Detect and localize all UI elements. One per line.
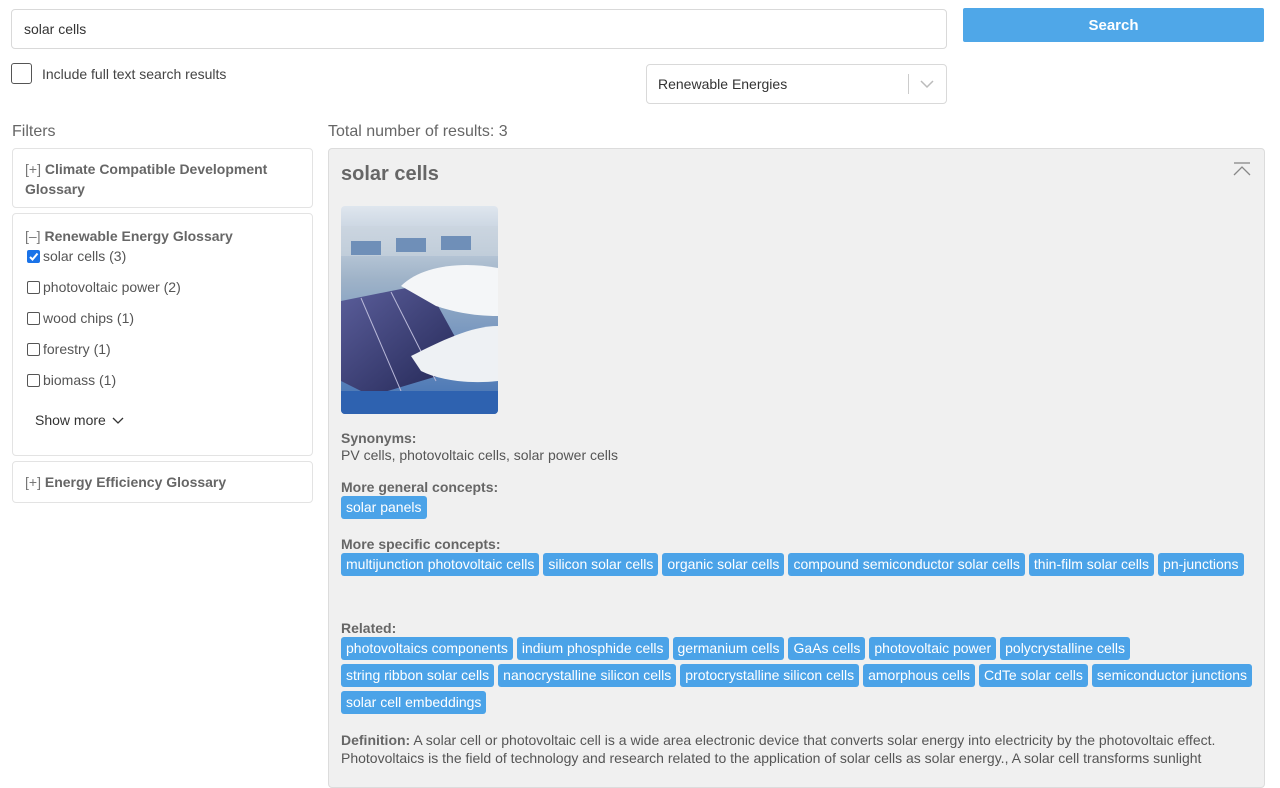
- concept-tag[interactable]: organic solar cells: [662, 553, 785, 576]
- concept-tag[interactable]: compound semiconductor solar cells: [788, 553, 1025, 576]
- concept-tag[interactable]: thin-film solar cells: [1028, 553, 1155, 576]
- filter-item-solar-cells[interactable]: solar cells (3): [27, 246, 300, 266]
- concept-tag[interactable]: germanium cells: [672, 637, 785, 660]
- synonyms-text: PV cells, photovoltaic cells, solar powe…: [341, 447, 619, 463]
- concept-tag[interactable]: string ribbon solar cells: [341, 664, 495, 687]
- filter-checkbox[interactable]: [27, 280, 40, 294]
- chevron-down-icon: [112, 417, 124, 424]
- check-icon: [29, 252, 39, 261]
- filter-item-label: biomass (1): [43, 372, 117, 388]
- concept-tag[interactable]: nanocrystalline silicon cells: [498, 664, 677, 687]
- general-concepts-section: More general concepts: solar panels: [341, 479, 1256, 519]
- filter-item-photovoltaic-power[interactable]: photovoltaic power (2): [27, 277, 300, 297]
- filter-checkbox-checked[interactable]: [27, 249, 40, 263]
- result-image: [341, 206, 498, 414]
- filter-checkbox[interactable]: [27, 373, 40, 387]
- specific-concepts-label: More specific concepts:: [341, 536, 501, 552]
- filter-group-name: Climate Compatible Development Glossary: [25, 161, 268, 197]
- domain-select-value: Renewable Energies: [658, 76, 788, 92]
- search-button[interactable]: Search: [963, 8, 1264, 42]
- concept-tag[interactable]: polycrystalline cells: [1000, 637, 1130, 660]
- solar-cell-photo: [341, 206, 498, 414]
- search-input[interactable]: solar cells: [11, 9, 947, 49]
- concept-tag[interactable]: GaAs cells: [788, 637, 866, 660]
- concept-tag[interactable]: photovoltaic power: [869, 637, 997, 660]
- search-input-value: solar cells: [24, 21, 87, 37]
- result-card: solar cells Synonyms: PV cells, photovol…: [328, 148, 1265, 788]
- expand-toggle[interactable]: [+]: [25, 161, 41, 177]
- collapse-up-icon[interactable]: [1232, 161, 1252, 179]
- filter-group-name: Renewable Energy Glossary: [44, 228, 233, 244]
- expand-toggle[interactable]: [+]: [25, 474, 41, 490]
- concept-tag[interactable]: indium phosphide cells: [516, 637, 669, 660]
- definition-text: A solar cell or photovoltaic cell is a w…: [341, 732, 1216, 766]
- filter-checkbox[interactable]: [27, 342, 40, 356]
- concept-tag[interactable]: multijunction photovoltaic cells: [341, 553, 540, 576]
- filter-group-energy-efficiency[interactable]: [+] Energy Efficiency Glossary: [12, 461, 313, 503]
- fulltext-checkbox[interactable]: [11, 63, 32, 84]
- filter-checkbox[interactable]: [27, 311, 40, 325]
- filter-group-renewable[interactable]: [–] Renewable Energy Glossary solar cell…: [12, 213, 313, 456]
- filter-group-header[interactable]: [+] Energy Efficiency Glossary: [25, 472, 300, 492]
- filter-item-label: photovoltaic power (2): [43, 279, 181, 295]
- filter-item-biomass[interactable]: biomass (1): [27, 370, 300, 390]
- related-label: Related:: [341, 620, 397, 636]
- general-concepts-tags: solar panels: [341, 496, 1256, 519]
- show-more-button[interactable]: Show more: [35, 412, 300, 428]
- concept-tag[interactable]: pn-junctions: [1158, 553, 1244, 576]
- specific-concepts-section: More specific concepts: multijunction ph…: [341, 536, 1256, 576]
- fulltext-label: Include full text search results: [42, 65, 227, 82]
- chevron-down-icon: [920, 80, 934, 89]
- collapse-toggle[interactable]: [–]: [25, 228, 41, 244]
- concept-tag[interactable]: silicon solar cells: [543, 553, 659, 576]
- definition-label: Definition:: [341, 732, 411, 748]
- concept-tag[interactable]: solar cell embeddings: [341, 691, 487, 714]
- concept-tag[interactable]: semiconductor junctions: [1091, 664, 1253, 687]
- general-concepts-label: More general concepts:: [341, 479, 499, 495]
- results-count: Total number of results: 3: [328, 123, 508, 140]
- filter-item-label: solar cells (3): [43, 248, 127, 264]
- filter-item-label: wood chips (1): [43, 310, 135, 326]
- fulltext-option[interactable]: Include full text search results: [11, 63, 226, 84]
- specific-concepts-tags: multijunction photovoltaic cells silicon …: [341, 553, 1256, 576]
- domain-select[interactable]: Renewable Energies: [646, 64, 947, 104]
- concept-tag[interactable]: amorphous cells: [863, 664, 976, 687]
- concept-tag[interactable]: photovoltaics components: [341, 637, 513, 660]
- filter-group-name: Energy Efficiency Glossary: [44, 474, 227, 490]
- synonyms-label: Synonyms:: [341, 430, 417, 446]
- related-tags: photovoltaics components indium phosphide…: [341, 637, 1256, 714]
- filter-item-wood-chips[interactable]: wood chips (1): [27, 308, 300, 328]
- concept-tag[interactable]: solar panels: [341, 496, 427, 519]
- filter-item-label: forestry (1): [43, 341, 111, 357]
- result-title[interactable]: solar cells: [341, 163, 439, 186]
- show-more-label: Show more: [35, 412, 106, 428]
- select-separator: [908, 74, 909, 94]
- filters-title: Filters: [12, 123, 56, 140]
- concept-tag[interactable]: CdTe solar cells: [979, 664, 1088, 687]
- definition-section: Definition: A solar cell or photovoltaic…: [341, 731, 1256, 767]
- filter-item-forestry[interactable]: forestry (1): [27, 339, 300, 359]
- concept-tag[interactable]: protocrystalline silicon cells: [680, 664, 860, 687]
- filter-group-header[interactable]: [–] Renewable Energy Glossary: [25, 226, 300, 246]
- filter-group-climate[interactable]: [+] Climate Compatible Development Gloss…: [12, 148, 313, 208]
- filter-group-header[interactable]: [+] Climate Compatible Development Gloss…: [25, 159, 300, 199]
- related-section: Related: photovoltaics components indium …: [341, 620, 1256, 714]
- synonyms-section: Synonyms: PV cells, photovoltaic cells, …: [341, 430, 618, 464]
